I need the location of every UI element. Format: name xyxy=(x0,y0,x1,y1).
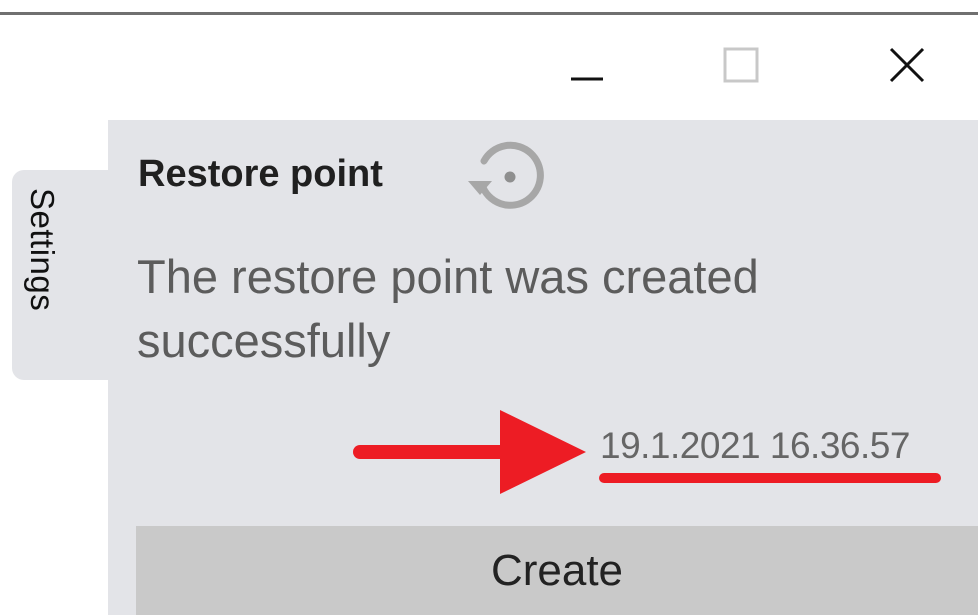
restore-timestamp: 19.1.2021 16.36.57 xyxy=(600,425,910,466)
close-icon xyxy=(889,47,925,83)
restore-point-title: Restore point xyxy=(138,153,383,195)
settings-tab-label: Settings xyxy=(24,188,61,312)
minimize-button[interactable] xyxy=(552,30,622,100)
maximize-button[interactable] xyxy=(706,30,776,100)
screenshot-page: Settings Restore point The restore point… xyxy=(0,0,978,615)
maximize-icon xyxy=(723,47,759,83)
window-top-border xyxy=(0,0,978,15)
minimize-icon xyxy=(571,77,603,81)
close-button[interactable] xyxy=(872,30,942,100)
restore-icon xyxy=(468,141,544,209)
create-button[interactable]: Create xyxy=(136,526,978,615)
status-message: The restore point was created successful… xyxy=(137,250,759,367)
